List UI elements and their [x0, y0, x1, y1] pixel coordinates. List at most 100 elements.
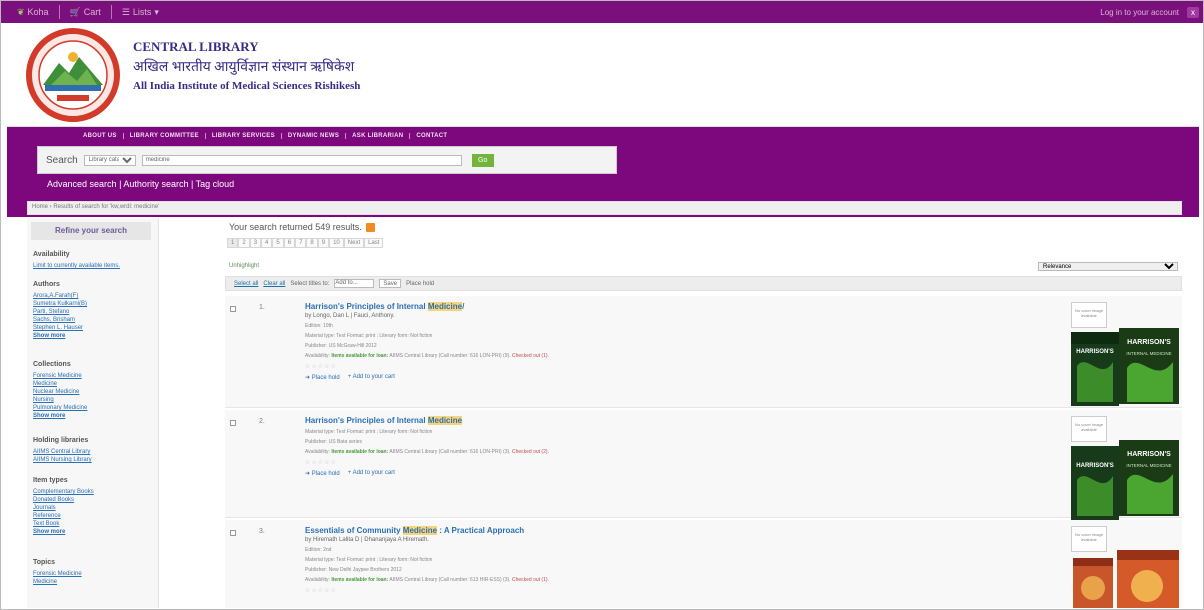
- breadcrumb[interactable]: Home › Results of search for 'kw,wrdl: m…: [27, 201, 1182, 215]
- availability-label: Availability:: [305, 449, 330, 455]
- page-link[interactable]: 6: [283, 238, 296, 248]
- result-material: Material type: Text Format: print ; Lite…: [305, 429, 433, 435]
- facet-link[interactable]: Nursing: [33, 396, 87, 404]
- result-count-text: Your search returned 549 results.: [229, 222, 362, 232]
- go-button[interactable]: Go: [471, 153, 494, 167]
- show-more-link[interactable]: Show more: [33, 332, 87, 340]
- search-label: Search: [46, 154, 78, 166]
- search-scope-select[interactable]: Library catalog: [83, 154, 136, 166]
- facet-link[interactable]: Pulmonary Medicine: [33, 404, 87, 412]
- place-hold-toolbar-button[interactable]: Place hold: [406, 281, 434, 287]
- facet-heading: Topics: [33, 559, 56, 566]
- facet-link[interactable]: AIIMS Central Library: [33, 448, 92, 456]
- facet-link[interactable]: Sumetra Kulkarni(B): [33, 300, 87, 308]
- nav-link-contact[interactable]: CONTACT: [410, 133, 453, 139]
- page-link[interactable]: 3: [249, 238, 262, 248]
- select-all-link[interactable]: Select all: [234, 281, 258, 287]
- place-hold-label: Place hold: [311, 375, 340, 381]
- result-checkbox[interactable]: [230, 420, 236, 426]
- search-input[interactable]: [141, 154, 462, 166]
- cover-title-text: HARRISON'S: [1076, 463, 1113, 469]
- facet-link[interactable]: Nuclear Medicine: [33, 388, 87, 396]
- facet-link[interactable]: Arora,A.Farah(F): [33, 292, 87, 300]
- unhighlight-link[interactable]: Unhighlight: [229, 263, 259, 269]
- koha-home-link[interactable]: ❦ Koha: [7, 1, 59, 23]
- save-button[interactable]: Save: [379, 279, 402, 288]
- facet-link[interactable]: Forensic Medicine: [33, 570, 82, 578]
- page-link[interactable]: 4: [261, 238, 273, 248]
- star-rating[interactable]: ☆☆☆☆☆: [305, 363, 1065, 370]
- next-page-link[interactable]: Next: [343, 238, 365, 248]
- result-title[interactable]: Essentials of Community Medicine : A Pra…: [305, 526, 1065, 535]
- nav-link-services[interactable]: LIBRARY SERVICES: [206, 133, 282, 139]
- show-more-link[interactable]: Show more: [33, 528, 94, 536]
- result-count: Your search returned 549 results.: [229, 222, 375, 232]
- no-cover-placeholder: No cover image available: [1071, 416, 1107, 442]
- facet-link[interactable]: Stephen L. Hauser: [33, 324, 87, 332]
- facet-link[interactable]: Journals: [33, 504, 94, 512]
- limit-available-link[interactable]: Limit to currently available items.: [33, 262, 120, 270]
- facet-link[interactable]: Parti, Stefano: [33, 308, 87, 316]
- authority-search-link[interactable]: Authority search: [123, 179, 188, 189]
- result-checkbox[interactable]: [230, 530, 236, 536]
- result-number: 1.: [259, 304, 265, 311]
- facet-link[interactable]: Medicine: [33, 380, 87, 388]
- page-link[interactable]: 9: [317, 238, 330, 248]
- lists-menu[interactable]: ☰ Lists ▾: [112, 1, 169, 23]
- page-link[interactable]: 1: [227, 238, 239, 248]
- facet-link[interactable]: Donated Books: [33, 496, 94, 504]
- title-text: Harrison's Principles of Internal: [305, 416, 428, 425]
- page-link[interactable]: 2: [238, 238, 250, 248]
- page-link[interactable]: 5: [272, 238, 284, 248]
- facet-link[interactable]: Sachs, Brisham: [33, 316, 87, 324]
- facet-link[interactable]: AIIMS Nursing Library: [33, 456, 92, 464]
- availability-text: AIIMS Central Library (Call number: 616 …: [389, 449, 511, 455]
- add-to-select[interactable]: Add to...: [334, 279, 375, 288]
- advanced-search-link[interactable]: Advanced search: [47, 179, 117, 189]
- book-cover-image: HARRISON'S: [1071, 332, 1119, 406]
- selection-toolbar: Select all Clear all Select titles to: A…: [225, 276, 1182, 291]
- login-badge[interactable]: x: [1187, 6, 1199, 18]
- facet-link[interactable]: Reference: [33, 512, 94, 520]
- nav-link-committee[interactable]: LIBRARY COMMITTEE: [124, 133, 206, 139]
- login-link[interactable]: Log in to your account: [1100, 8, 1179, 17]
- title-highlight: Medicine: [427, 416, 463, 425]
- facet-link[interactable]: Forensic Medicine: [33, 372, 87, 380]
- title-highlight: Medicine: [402, 526, 438, 535]
- facet-link[interactable]: Text Book: [33, 520, 94, 528]
- facet-item-types: Item types Complementary Books Donated B…: [33, 476, 94, 536]
- add-to-cart-link[interactable]: + Add to your cart: [348, 470, 395, 477]
- divider: |: [190, 179, 194, 189]
- result-availability: Availability: Items available for loan: …: [305, 449, 1065, 455]
- result-title[interactable]: Harrison's Principles of Internal Medici…: [305, 302, 1065, 311]
- facet-holding-libraries: Holding libraries AIIMS Central Library …: [33, 436, 92, 464]
- result-checkbox[interactable]: [230, 306, 236, 312]
- availability-checked-out: Checked out (2).: [511, 449, 549, 455]
- nav-link-news[interactable]: DYNAMIC NEWS: [282, 133, 347, 139]
- star-rating[interactable]: ☆☆☆☆☆: [305, 587, 1065, 594]
- clear-all-link[interactable]: Clear all: [263, 281, 285, 287]
- result-number: 3.: [259, 528, 265, 535]
- koha-brand-label: Koha: [27, 7, 49, 17]
- place-hold-link[interactable]: ➜ Place hold: [305, 470, 340, 477]
- facet-link[interactable]: Complementary Books: [33, 488, 94, 496]
- availability-text: AIIMS Central Library (Call number: 613 …: [389, 577, 511, 583]
- nav-link-about[interactable]: ABOUT US: [77, 133, 124, 139]
- page-link[interactable]: 8: [306, 238, 318, 248]
- show-more-link[interactable]: Show more: [33, 412, 87, 420]
- page-link[interactable]: 7: [295, 238, 307, 248]
- refine-heading: Refine your search: [31, 222, 151, 240]
- rss-icon[interactable]: [365, 222, 375, 232]
- institute-name-english: All India Institute of Medical Sciences …: [133, 80, 361, 92]
- tag-cloud-link[interactable]: Tag cloud: [196, 179, 235, 189]
- result-title[interactable]: Harrison's Principles of Internal Medici…: [305, 416, 1065, 425]
- page-link[interactable]: 10: [329, 238, 344, 248]
- place-hold-link[interactable]: ➜ Place hold: [305, 374, 340, 381]
- last-page-link[interactable]: Last: [364, 238, 384, 248]
- nav-link-ask[interactable]: ASK LIBRARIAN: [346, 133, 411, 139]
- star-rating[interactable]: ☆☆☆☆☆: [305, 459, 1065, 466]
- sort-select[interactable]: Relevance: [1038, 262, 1178, 271]
- cart-button[interactable]: 🛒 Cart: [60, 1, 111, 23]
- facet-link[interactable]: Medicine: [33, 578, 82, 586]
- add-to-cart-link[interactable]: + Add to your cart: [348, 374, 395, 381]
